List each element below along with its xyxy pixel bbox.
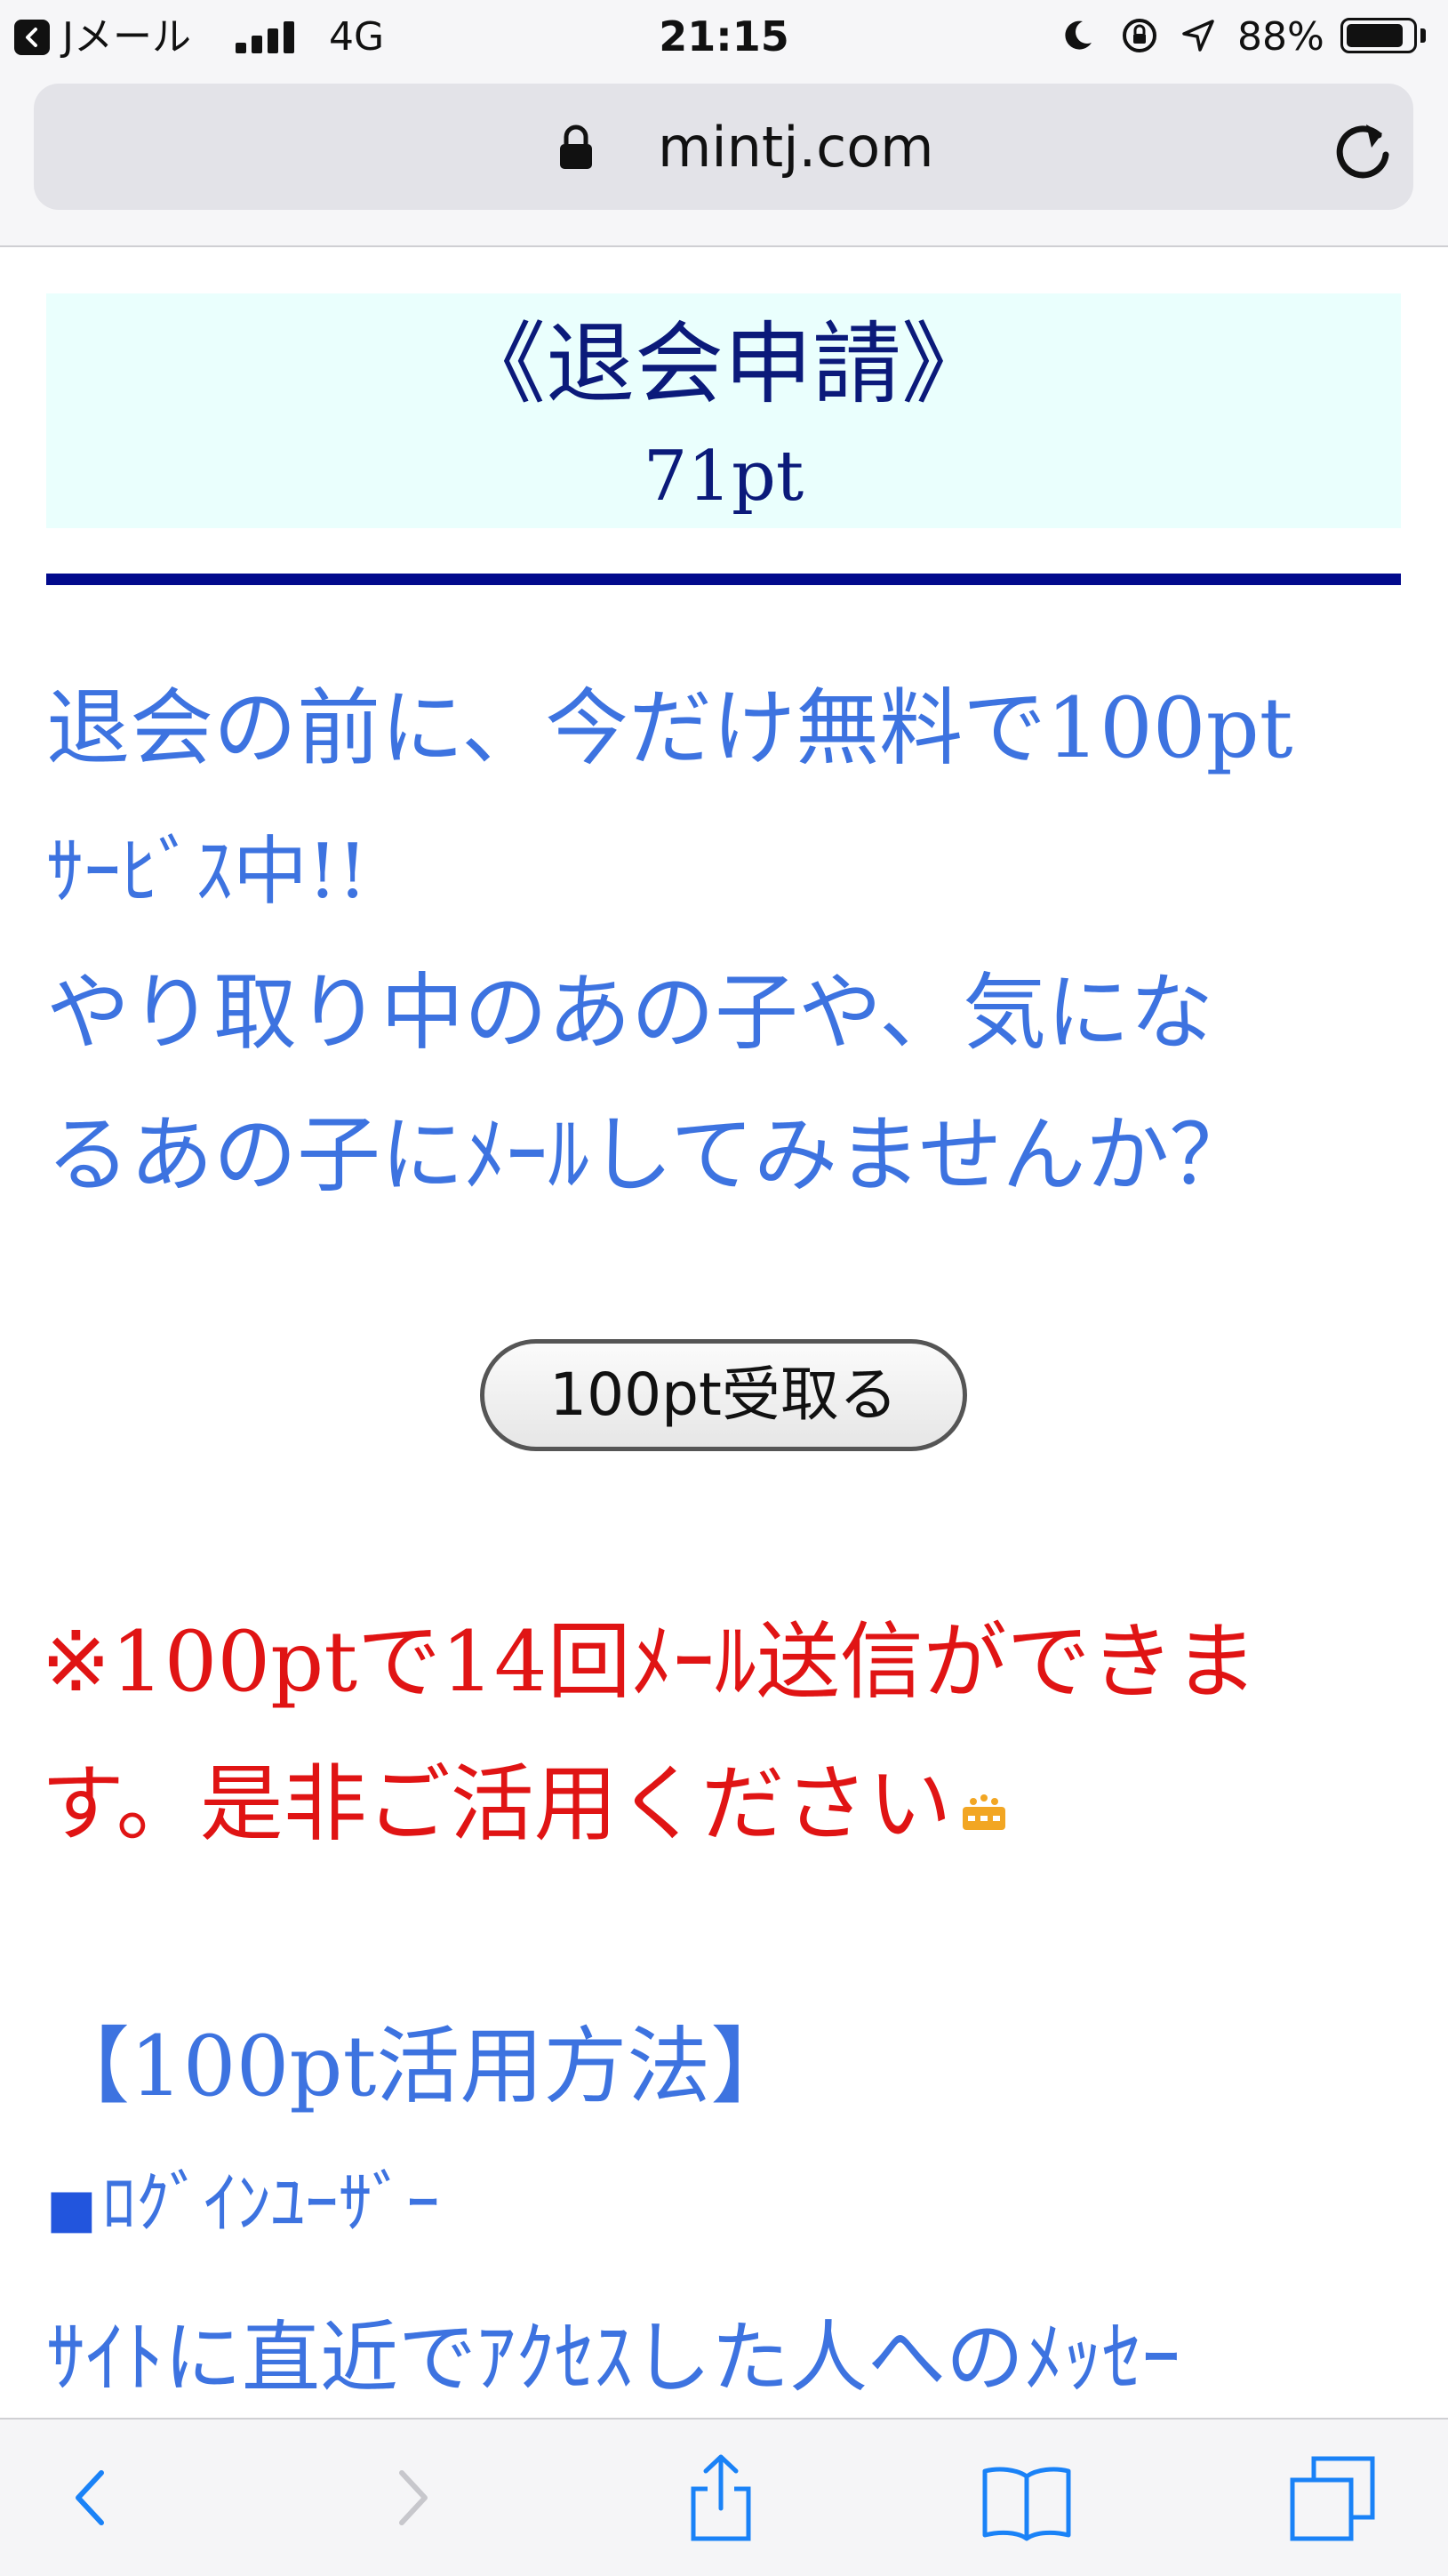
rotation-lock-icon xyxy=(1123,19,1156,52)
url-text[interactable]: mintj.com xyxy=(658,116,934,180)
clock: 21:15 xyxy=(659,12,789,60)
login-user-section: ■ﾛｸﾞｲﾝﾕｰｻﾞｰ xyxy=(46,2159,440,2253)
description-text: ｻｲﾄに直近でｱｸｾｽした人へのﾒｯｾｰ xyxy=(46,2312,1181,2403)
battery-percentage: 88% xyxy=(1237,14,1324,60)
reload-icon[interactable] xyxy=(1327,116,1398,187)
login-user-label: ﾛｸﾞｲﾝﾕｰｻﾞｰ xyxy=(101,2163,440,2243)
header-divider xyxy=(46,574,1401,585)
promo-text: 退会の前に、今だけ無料で100pt ｻｰﾋﾞｽ中!! やり取り中のあの子や、気に… xyxy=(46,658,1406,1227)
notice-line-2: す。是非ご活用ください xyxy=(41,1734,1410,1876)
promo-line: ｻｰﾋﾞｽ中!! xyxy=(46,828,368,915)
promo-line: 退会の前に、今だけ無料で100pt xyxy=(46,680,1293,777)
browser-toolbar xyxy=(0,2418,1448,2576)
battery-icon xyxy=(1340,18,1417,53)
address-bar[interactable]: mintj.com xyxy=(34,84,1413,210)
points-balance: 71pt xyxy=(643,437,804,517)
notice-line: ※100ptで14回ﾒｰﾙ送信ができま xyxy=(41,1614,1258,1711)
square-bullet-icon: ■ xyxy=(46,2178,97,2240)
receive-points-button[interactable]: 100pt受取る xyxy=(480,1339,967,1451)
notice-line-text: す。是非ご活用ください xyxy=(41,1756,952,1853)
notice-text: ※100ptで14回ﾒｰﾙ送信ができま す。是非ご活用ください xyxy=(41,1592,1410,1876)
share-icon[interactable] xyxy=(672,2453,770,2542)
battery-tip xyxy=(1420,28,1426,43)
tabs-icon[interactable] xyxy=(1287,2453,1385,2542)
promo-line: るあの子にﾒｰﾙしてみませんか？ xyxy=(46,1107,1253,1204)
promo-line: やり取り中のあの子や、気にな xyxy=(46,965,1214,1062)
forward-icon[interactable] xyxy=(363,2453,460,2542)
moon-icon xyxy=(1065,20,1092,50)
location-icon xyxy=(1182,20,1214,52)
address-bar-area: mintj.com xyxy=(0,73,1448,247)
bookmarks-icon[interactable] xyxy=(978,2453,1076,2542)
lock-icon xyxy=(560,124,592,169)
page-title: 《退会申請》 xyxy=(457,312,990,416)
page-header: 《退会申請》 71pt xyxy=(46,293,1401,528)
status-bar: Jメール 4G 21:15 88% xyxy=(0,0,1448,73)
back-icon[interactable] xyxy=(43,2453,140,2542)
howto-heading: 【100pt活用方法】 xyxy=(46,2018,795,2115)
emoji-icon xyxy=(962,1794,1005,1830)
